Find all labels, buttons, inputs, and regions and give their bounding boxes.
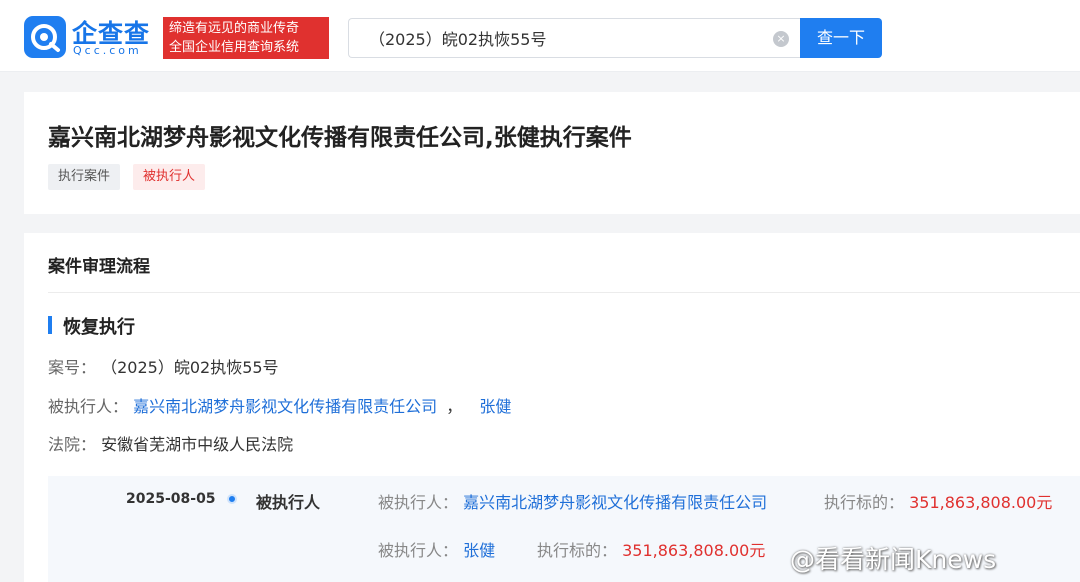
- case-number-row: 案号： （2025）皖02执恢55号: [48, 354, 279, 378]
- executed-label: 被执行人：: [48, 397, 129, 416]
- qcc-logo-icon[interactable]: [24, 16, 66, 58]
- timeline-dot-icon: [227, 494, 237, 504]
- case-header-card: 嘉兴南北湖梦舟影视文化传播有限责任公司,张健执行案件 执行案件 被执行人: [24, 92, 1080, 214]
- tag-executed-person: 被执行人: [133, 164, 206, 190]
- search-button[interactable]: 查一下: [800, 18, 882, 58]
- divider: [48, 292, 1080, 293]
- amount-label: 执行标的：: [537, 541, 618, 560]
- timeline-detail-row: 被执行人： 嘉兴南北湖梦舟影视文化传播有限责任公司: [378, 489, 767, 513]
- tag-execution-case: 执行案件: [48, 164, 121, 190]
- court-row: 法院： 安徽省芜湖市中级人民法院: [48, 431, 293, 455]
- court-value: 安徽省芜湖市中级人民法院: [101, 435, 294, 454]
- search-box: ×: [348, 18, 802, 58]
- timeline-amount-row: 执行标的： 351,863,808.00元: [537, 537, 765, 561]
- slogan-line-2: 全国企业信用查询系统: [169, 40, 300, 55]
- timeline-date: 2025-08-05: [126, 491, 216, 507]
- detail-label: 被执行人：: [378, 493, 459, 512]
- stage-marker: [48, 316, 52, 334]
- case-number-label: 案号：: [48, 358, 97, 377]
- detail-company-link[interactable]: 嘉兴南北湖梦舟影视文化传播有限责任公司: [463, 493, 767, 512]
- amount-label: 执行标的：: [824, 493, 905, 512]
- detail-label: 被执行人：: [378, 541, 459, 560]
- executed-row: 被执行人： 嘉兴南北湖梦舟影视文化传播有限责任公司 ， 张健: [48, 393, 511, 417]
- section-title: 案件审理流程: [48, 257, 150, 277]
- timeline-role: 被执行人: [256, 493, 321, 512]
- amount-value: 351,863,808.00元: [909, 493, 1053, 512]
- timeline-detail-row: 被执行人： 张健: [378, 537, 495, 561]
- clear-icon[interactable]: ×: [773, 31, 789, 47]
- logo-domain: Qcc.com: [73, 44, 142, 57]
- slogan-line-1: 缔造有远见的商业传奇: [169, 21, 300, 36]
- amount-value: 351,863,808.00元: [622, 541, 766, 560]
- case-process-card: 案件审理流程 恢复执行 案号： （2025）皖02执恢55号 被执行人： 嘉兴南…: [24, 233, 1080, 582]
- slogan-banner: 缔造有远见的商业传奇 全国企业信用查询系统: [163, 17, 329, 59]
- detail-person-link[interactable]: 张健: [463, 541, 495, 560]
- news-watermark: @看看新闻Knews: [790, 545, 997, 574]
- executed-person-link[interactable]: 张健: [479, 397, 511, 416]
- executed-company-link[interactable]: 嘉兴南北湖梦舟影视文化传播有限责任公司: [133, 397, 437, 416]
- executed-separator: ，: [446, 397, 463, 416]
- top-bar: 企查查 Qcc.com 缔造有远见的商业传奇 全国企业信用查询系统 × 查一下: [0, 0, 1080, 72]
- court-label: 法院：: [48, 435, 97, 454]
- case-number-value: （2025）皖02执恢55号: [101, 358, 279, 377]
- stage-title: 恢复执行: [63, 317, 135, 338]
- case-title: 嘉兴南北湖梦舟影视文化传播有限责任公司,张健执行案件: [48, 125, 632, 151]
- timeline-amount-row: 执行标的： 351,863,808.00元: [824, 489, 1052, 513]
- search-input[interactable]: [349, 19, 759, 57]
